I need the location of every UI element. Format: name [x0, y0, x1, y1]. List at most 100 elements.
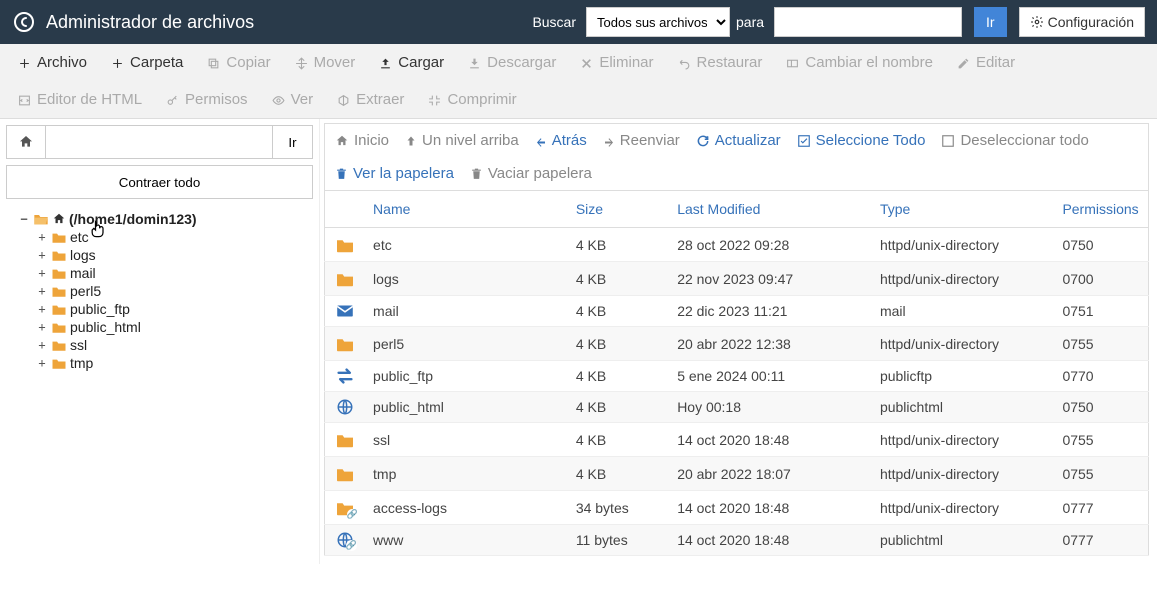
row-perm: 0755: [1054, 423, 1148, 457]
collapse-all-button[interactable]: Contraer todo: [6, 165, 313, 199]
cambiar-el-nombre-button: Cambiar el nombre: [774, 44, 945, 81]
trash-icon: [470, 166, 483, 182]
config-button[interactable]: Configuración: [1019, 7, 1145, 37]
deseleccionar-todo-button[interactable]: Deseleccionar todo: [941, 132, 1088, 149]
table-row[interactable]: ssl4 KB14 oct 2020 18:48httpd/unix-direc…: [325, 423, 1149, 457]
table-header-row: Name Size Last Modified Type Permissions: [325, 191, 1149, 228]
tree-expand-icon[interactable]: +: [36, 248, 48, 262]
tree-item-perl5[interactable]: + perl5: [36, 283, 313, 299]
table-row[interactable]: logs4 KB22 nov 2023 09:47httpd/unix-dire…: [325, 262, 1149, 296]
tree-item-mail[interactable]: +mail: [36, 265, 313, 281]
tree-item-public_html[interactable]: +public_html: [36, 319, 313, 335]
col-type[interactable]: Type: [872, 191, 1054, 228]
tree-item-label: tmp: [70, 355, 93, 371]
col-permissions[interactable]: Permissions: [1054, 191, 1148, 228]
row-perm: 0777: [1054, 525, 1148, 556]
tree-item-ssl[interactable]: +ssl: [36, 337, 313, 353]
tree-expand-icon[interactable]: +: [36, 356, 48, 370]
toolbar-label: Editor de HTML: [37, 91, 142, 108]
tree-item-label: logs: [70, 247, 96, 263]
app-logo: Administrador de archivos: [12, 10, 254, 34]
archivo-button[interactable]: Archivo: [6, 44, 99, 81]
toolbar-label: Cargar: [398, 54, 444, 71]
atrás-button[interactable]: Atrás: [535, 132, 587, 149]
gear-icon: [1030, 15, 1044, 29]
row-perm: 0750: [1054, 392, 1148, 423]
eye-icon: [272, 92, 285, 107]
eliminar-button: Eliminar: [568, 44, 665, 81]
reenviar-button[interactable]: Reenviar: [603, 132, 680, 149]
home-icon: [52, 212, 66, 226]
row-name: etc: [365, 228, 568, 262]
tree-item-public_ftp[interactable]: +public_ftp: [36, 301, 313, 317]
location-input[interactable]: [46, 125, 273, 159]
extract-icon: [337, 92, 350, 107]
location-go-button[interactable]: Ir: [273, 125, 313, 159]
tree-expand-icon[interactable]: +: [36, 302, 48, 316]
folder-icon: [51, 267, 67, 280]
inicio-button[interactable]: Inicio: [335, 132, 389, 149]
seleccione-todo-button[interactable]: Seleccione Todo: [797, 132, 926, 149]
tree-item-etc[interactable]: +etc: [36, 229, 313, 245]
download-icon: [468, 55, 481, 70]
row-type: httpd/unix-directory: [872, 491, 1054, 525]
folder-icon: [51, 231, 67, 244]
ver-la-papelera-button[interactable]: Ver la papelera: [335, 165, 454, 182]
table-row[interactable]: mail4 KB22 dic 2023 11:21mail0751: [325, 296, 1149, 327]
row-type: httpd/unix-directory: [872, 228, 1054, 262]
globe-icon: [336, 398, 354, 415]
tree-collapse-icon[interactable]: −: [18, 212, 30, 226]
table-row[interactable]: www11 bytes14 oct 2020 18:48publichtml07…: [325, 525, 1149, 556]
key-icon: [166, 92, 179, 107]
search-go-button[interactable]: Ir: [974, 7, 1007, 37]
home-icon: [335, 133, 349, 149]
tree-root[interactable]: − (/home1/domin123): [18, 211, 313, 227]
nav-label: Un nivel arriba: [422, 132, 519, 149]
row-name: access-logs: [365, 491, 568, 525]
para-label: para: [736, 14, 764, 30]
table-row[interactable]: access-logs34 bytes14 oct 2020 18:48http…: [325, 491, 1149, 525]
row-icon: [325, 296, 366, 327]
table-row[interactable]: public_ftp4 KB5 ene 2024 00:11publicftp0…: [325, 361, 1149, 392]
table-row[interactable]: perl54 KB20 abr 2022 12:38httpd/unix-dir…: [325, 327, 1149, 361]
carpeta-button[interactable]: Carpeta: [99, 44, 195, 81]
search-scope-select[interactable]: Todos sus archivos: [586, 7, 730, 37]
nav-label: Reenviar: [620, 132, 680, 149]
app-title: Administrador de archivos: [46, 12, 254, 33]
row-size: 4 KB: [568, 228, 669, 262]
col-lastmod[interactable]: Last Modified: [669, 191, 872, 228]
tree-expand-icon[interactable]: +: [36, 320, 48, 334]
nav-label: Atrás: [552, 132, 587, 149]
row-name: mail: [365, 296, 568, 327]
row-name: ssl: [365, 423, 568, 457]
tree-item-label: perl5: [70, 283, 101, 299]
check-icon: [797, 133, 811, 149]
table-row[interactable]: tmp4 KB20 abr 2022 18:07httpd/unix-direc…: [325, 457, 1149, 491]
folder-icon: [335, 463, 355, 483]
table-row[interactable]: public_html4 KBHoy 00:18publichtml0750: [325, 392, 1149, 423]
cargar-button[interactable]: Cargar: [367, 44, 456, 81]
mail-icon: [335, 302, 355, 319]
row-lastmod: 22 dic 2023 11:21: [669, 296, 872, 327]
row-type: mail: [872, 296, 1054, 327]
actualizar-button[interactable]: Actualizar: [696, 132, 781, 149]
search-input[interactable]: [774, 7, 962, 37]
table-row[interactable]: etc4 KB28 oct 2022 09:28httpd/unix-direc…: [325, 228, 1149, 262]
row-perm: 0700: [1054, 262, 1148, 296]
col-name[interactable]: Name: [365, 191, 568, 228]
row-type: httpd/unix-directory: [872, 327, 1054, 361]
tree-expand-icon[interactable]: +: [36, 230, 48, 244]
tree-expand-icon[interactable]: +: [36, 338, 48, 352]
tree-expand-icon[interactable]: +: [36, 266, 48, 280]
tree-item-tmp[interactable]: + tmp: [36, 355, 313, 371]
folder-icon: [51, 285, 67, 298]
col-icon[interactable]: [325, 191, 366, 228]
vaciar-papelera-button[interactable]: Vaciar papelera: [470, 165, 592, 182]
descargar-button: Descargar: [456, 44, 568, 81]
tree-item-logs[interactable]: + logs: [36, 247, 313, 263]
un-nivel-arriba-button[interactable]: Un nivel arriba: [405, 132, 519, 149]
col-size[interactable]: Size: [568, 191, 669, 228]
row-type: httpd/unix-directory: [872, 423, 1054, 457]
location-home-button[interactable]: [6, 125, 46, 159]
tree-expand-icon[interactable]: +: [36, 284, 48, 298]
